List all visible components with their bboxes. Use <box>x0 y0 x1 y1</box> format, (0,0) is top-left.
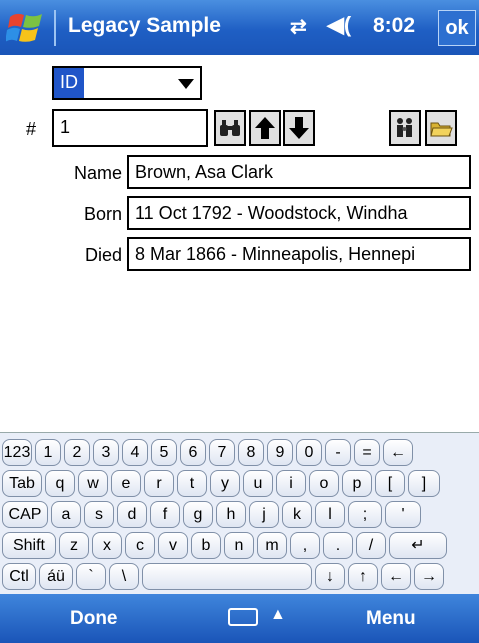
ok-button[interactable]: ok <box>438 10 476 46</box>
key[interactable]: a <box>51 501 81 528</box>
search-button[interactable] <box>214 110 246 146</box>
key[interactable]: ↑ <box>348 563 378 590</box>
key[interactable]: - <box>325 439 351 466</box>
key[interactable]: 3 <box>93 439 119 466</box>
key[interactable]: 2 <box>64 439 90 466</box>
key[interactable]: k <box>282 501 312 528</box>
done-softkey[interactable]: Done <box>70 608 118 630</box>
previous-record-button[interactable] <box>249 110 281 146</box>
died-field[interactable]: 8 Mar 1866 - Minneapolis, Hennepi <box>127 237 471 271</box>
arrow-down-icon <box>289 117 309 139</box>
key[interactable]: Shift <box>2 532 56 559</box>
key[interactable]: d <box>117 501 147 528</box>
key[interactable]: t <box>177 470 207 497</box>
title-separator <box>54 10 56 46</box>
key[interactable]: 123 <box>2 439 32 466</box>
arrow-up-icon <box>255 117 275 139</box>
born-label: Born <box>83 204 122 224</box>
key[interactable]: 4 <box>122 439 148 466</box>
bottom-menu-bar: Done ▲ Menu <box>0 594 479 643</box>
key[interactable]: 9 <box>267 439 293 466</box>
key[interactable]: j <box>249 501 279 528</box>
open-file-button[interactable] <box>425 110 457 146</box>
windows-start-icon[interactable] <box>6 9 46 47</box>
connectivity-icon[interactable]: ⇄ <box>290 14 307 39</box>
key[interactable]: → <box>414 563 444 590</box>
key[interactable]: ← <box>381 563 411 590</box>
volume-icon[interactable]: ◀( <box>327 12 351 38</box>
key[interactable]: ↓ <box>315 563 345 590</box>
title-bar: Legacy Sample ⇄ ◀( 8:02 ok <box>0 0 479 55</box>
key[interactable]: e <box>111 470 141 497</box>
dropdown-selected-value: ID <box>54 68 84 98</box>
search-field-dropdown[interactable]: ID <box>52 66 202 100</box>
key[interactable]: o <box>309 470 339 497</box>
key[interactable]: ' <box>385 501 421 528</box>
key[interactable]: CAP <box>2 501 48 528</box>
family-view-button[interactable] <box>389 110 421 146</box>
keyboard-icon[interactable] <box>228 608 258 626</box>
number-label: # <box>26 119 37 139</box>
key[interactable]: p <box>342 470 372 497</box>
key[interactable]: v <box>158 532 188 559</box>
family-icon <box>397 118 412 137</box>
key[interactable]: ] <box>408 470 440 497</box>
key[interactable]: ← <box>383 439 413 466</box>
next-record-button[interactable] <box>283 110 315 146</box>
key[interactable]: Tab <box>2 470 42 497</box>
key[interactable]: \ <box>109 563 139 590</box>
key[interactable]: c <box>125 532 155 559</box>
key[interactable]: w <box>78 470 108 497</box>
key[interactable]: 7 <box>209 439 235 466</box>
key[interactable]: 5 <box>151 439 177 466</box>
key[interactable]: g <box>183 501 213 528</box>
folder-icon <box>430 122 453 137</box>
key[interactable]: s <box>84 501 114 528</box>
key[interactable]: i <box>276 470 306 497</box>
key[interactable]: x <box>92 532 122 559</box>
died-label: Died <box>84 245 122 265</box>
key[interactable]: q <box>45 470 75 497</box>
chevron-down-icon <box>178 79 194 89</box>
key[interactable]: h <box>216 501 246 528</box>
menu-softkey[interactable]: Menu <box>366 608 416 630</box>
key[interactable]: m <box>257 532 287 559</box>
key[interactable]: Ctl <box>2 563 36 590</box>
key[interactable]: r <box>144 470 174 497</box>
key[interactable]: = <box>354 439 380 466</box>
key[interactable]: 8 <box>238 439 264 466</box>
key[interactable]: b <box>191 532 221 559</box>
key[interactable]: 0 <box>296 439 322 466</box>
key[interactable]: áü <box>39 563 73 590</box>
key-space[interactable] <box>142 563 312 590</box>
key[interactable]: 6 <box>180 439 206 466</box>
key[interactable]: . <box>323 532 353 559</box>
born-field[interactable]: 11 Oct 1792 - Woodstock, Windha <box>127 196 471 230</box>
clock[interactable]: 8:02 <box>373 14 415 38</box>
key[interactable]: ↵ <box>389 532 447 559</box>
key[interactable]: [ <box>375 470 405 497</box>
key[interactable]: ` <box>76 563 106 590</box>
key[interactable]: y <box>210 470 240 497</box>
key[interactable]: ; <box>348 501 382 528</box>
soft-keyboard: 123 1 2 3 4 5 6 7 8 9 0- = ← Tab q w e r t y u i o p[] CAP a s d f g h… <box>0 432 479 595</box>
name-field[interactable]: Brown, Asa Clark <box>127 155 471 189</box>
key[interactable]: z <box>59 532 89 559</box>
key[interactable]: / <box>356 532 386 559</box>
app-title: Legacy Sample <box>68 14 221 37</box>
key[interactable]: f <box>150 501 180 528</box>
key[interactable]: n <box>224 532 254 559</box>
key[interactable]: l <box>315 501 345 528</box>
key[interactable]: 1 <box>35 439 61 466</box>
input-panel-caret-icon[interactable]: ▲ <box>270 606 286 624</box>
name-label: Name <box>73 163 122 183</box>
key[interactable]: u <box>243 470 273 497</box>
record-number-input[interactable]: 1 <box>52 109 208 147</box>
binoculars-icon <box>220 120 240 136</box>
key[interactable]: , <box>290 532 320 559</box>
